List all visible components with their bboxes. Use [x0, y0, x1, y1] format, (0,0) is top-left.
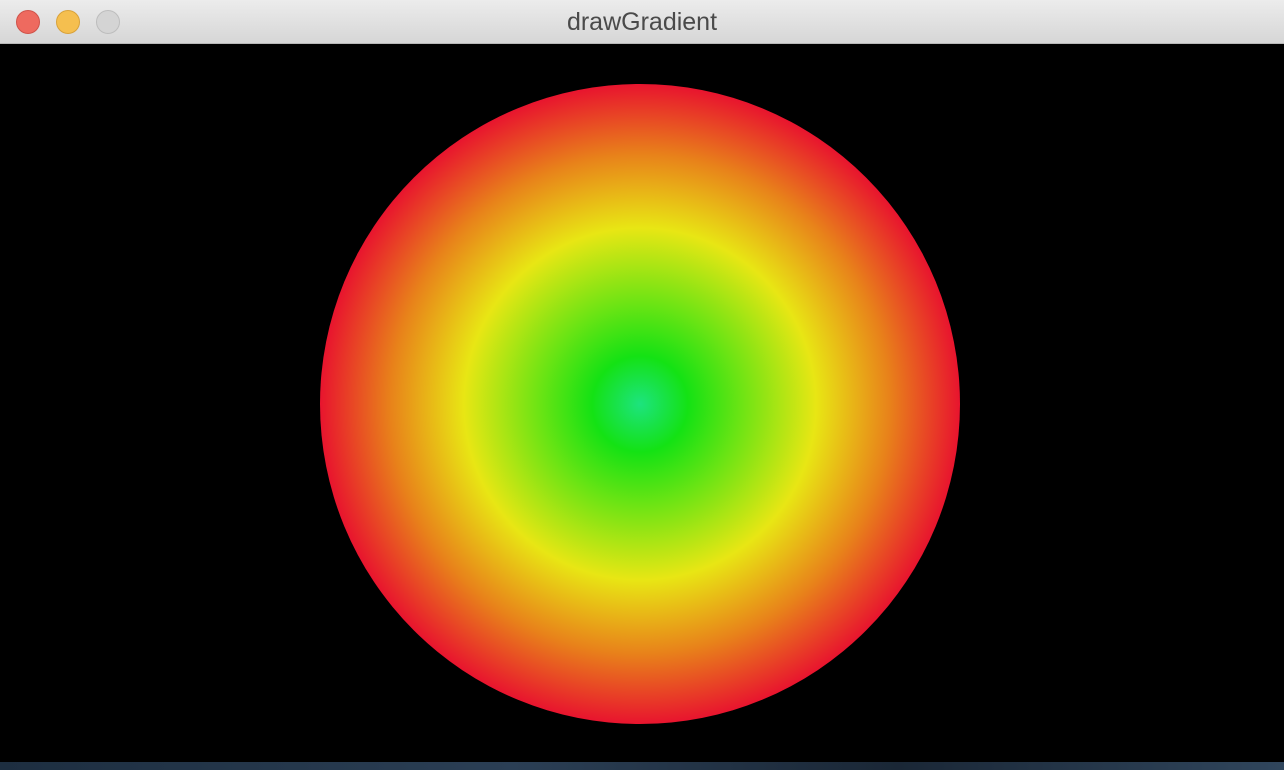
desktop-background — [0, 762, 1284, 770]
radial-gradient-circle — [320, 84, 960, 724]
gradient-drawing — [320, 84, 960, 724]
title-bar[interactable]: drawGradient — [0, 0, 1284, 44]
window-title: drawGradient — [566, 8, 718, 36]
drawing-canvas — [0, 44, 1284, 762]
app-window: drawGradient — [0, 0, 1284, 762]
